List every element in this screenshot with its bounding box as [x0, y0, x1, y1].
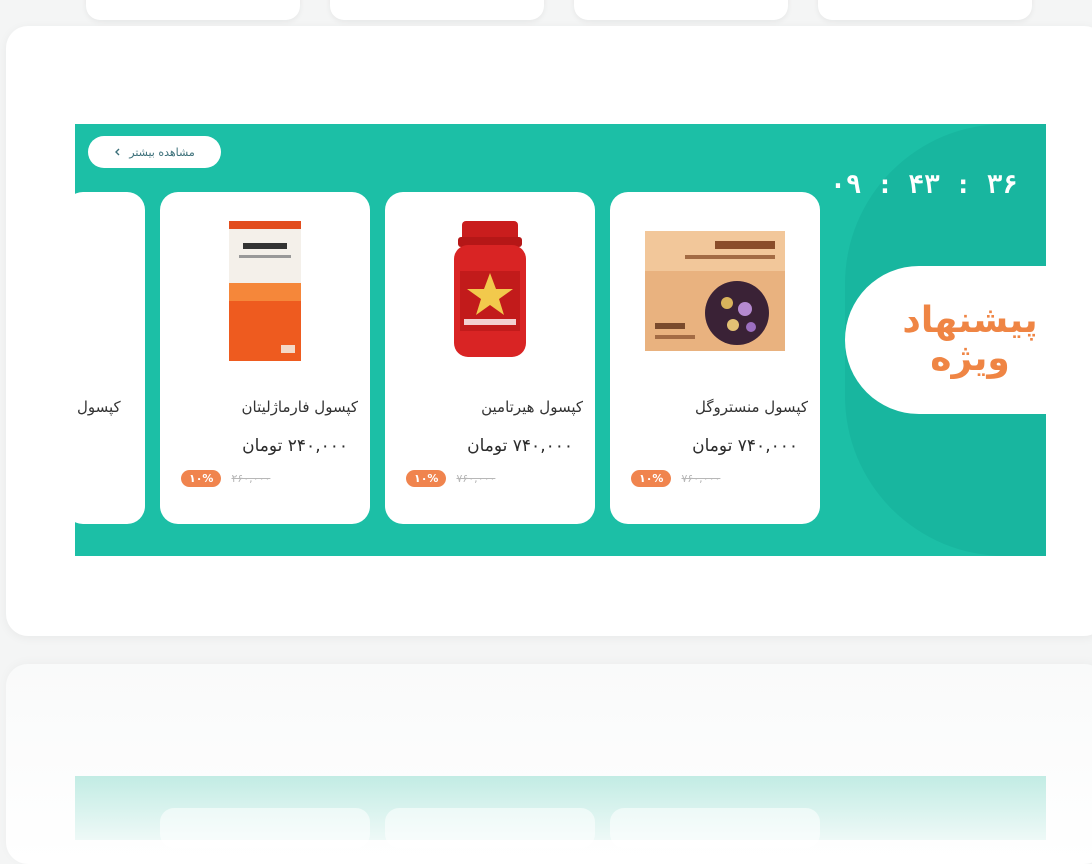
product-image-pharmagelitan[interactable]: [195, 218, 335, 364]
old-price: ۷۶۰,۰۰۰: [456, 472, 496, 485]
chevron-left-icon: [114, 146, 121, 159]
product-price: ۷۴۰,۰۰۰ تومان: [467, 436, 573, 456]
discount-badge: ۱۰%: [181, 470, 222, 487]
discount-row: ۱۰% ۷۶۰,۰۰۰: [631, 470, 720, 487]
top-card[interactable]: [818, 0, 1032, 20]
top-card[interactable]: [330, 0, 544, 20]
top-card[interactable]: [574, 0, 788, 20]
product-image-hairtamin[interactable]: [420, 218, 560, 364]
product-name[interactable]: کپسول هیرتامین: [397, 398, 583, 416]
ghost-product-card: [385, 808, 595, 848]
product-price: ۲۴۰,۰۰۰ تومان: [242, 436, 348, 456]
product-card[interactable]: کپسول منستروگل ۷۴۰,۰۰۰ تومان ۱۰% ۷۶۰,۰۰۰: [610, 192, 820, 524]
product-card-partial[interactable]: کپسول: [75, 192, 145, 524]
top-cards-row: [0, 0, 1092, 22]
special-offer-banner: ۰۹ : ۴۳ : ۳۶ پیشنهاد ویژه مشاهده بیشتر ک…: [75, 124, 1046, 556]
view-more-label: مشاهده بیشتر: [129, 145, 195, 159]
top-card[interactable]: [86, 0, 300, 20]
ghost-product-card: [610, 808, 820, 848]
ghost-product-card: [160, 808, 370, 848]
discount-badge: ۱۰%: [406, 470, 447, 487]
discount-row: ۱۰% ۷۶۰,۰۰۰: [406, 470, 495, 487]
discount-row: ۱۰% ۲۶۰,۰۰۰: [181, 470, 270, 487]
product-card[interactable]: کپسول هیرتامین ۷۴۰,۰۰۰ تومان ۱۰% ۷۶۰,۰۰۰: [385, 192, 595, 524]
product-name[interactable]: کپسول: [77, 398, 121, 416]
product-card[interactable]: کپسول فارماژلیتان ۲۴۰,۰۰۰ تومان ۱۰% ۲۶۰,…: [160, 192, 370, 524]
countdown-timer: ۰۹ : ۴۳ : ۳۶: [830, 170, 1018, 200]
section-title: پیشنهاد ویژه: [845, 266, 1046, 414]
section-title-line1: پیشنهاد: [902, 300, 1038, 341]
product-name[interactable]: کپسول فارماژلیتان: [172, 398, 358, 416]
section-title-line2: ویژه: [930, 338, 1010, 379]
discount-badge: ۱۰%: [631, 470, 672, 487]
product-price: ۷۴۰,۰۰۰ تومان: [692, 436, 798, 456]
old-price: ۷۶۰,۰۰۰: [681, 472, 721, 485]
product-name[interactable]: کپسول منستروگل: [622, 398, 808, 416]
old-price: ۲۶۰,۰۰۰: [231, 472, 271, 485]
view-more-button[interactable]: مشاهده بیشتر: [88, 136, 221, 168]
product-image-menstrogol[interactable]: [645, 218, 785, 364]
